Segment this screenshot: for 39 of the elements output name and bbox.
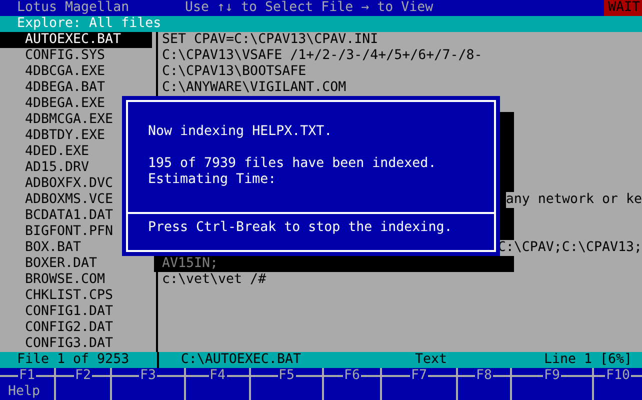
file-list-item[interactable]: CONFIG.SYS xyxy=(0,48,152,64)
explore-title: Explore: All files xyxy=(17,16,162,32)
file-text-line: c:\vet\vet /# xyxy=(162,272,266,288)
function-key-label: F5 xyxy=(278,368,296,384)
file-list-item[interactable]: CONFIG1.DAT xyxy=(0,304,152,320)
function-key-label: F6 xyxy=(343,368,362,384)
file-list-item[interactable]: CONFIG2.DAT xyxy=(0,320,152,336)
file-list-item[interactable]: BOXER.DAT xyxy=(0,256,152,272)
file-text-line: C:\ANYWARE\VIGILANT.COM xyxy=(162,80,346,96)
function-key-label: F3 xyxy=(139,368,158,384)
file-list-item[interactable]: CONFIG3.DAT xyxy=(0,336,152,352)
app-title: Lotus Magellan xyxy=(17,0,130,16)
file-list-item[interactable]: AUTOEXEC.BAT xyxy=(0,32,152,48)
view-mode: Text xyxy=(414,352,448,368)
time-estimate: Estimating Time: xyxy=(148,172,278,188)
function-key-label: F4 xyxy=(208,368,227,384)
file-list-item[interactable]: 4DBCGA.EXE xyxy=(0,64,152,80)
function-key-label: F1 xyxy=(18,368,36,384)
file-text-line: C:\CPAV13\BOOTSAFE xyxy=(162,64,306,80)
line-position: Line 1 [6%] xyxy=(544,352,632,368)
file-text-line: C:\CPAV13\VSAFE /1+/2-/3-/4+/5+/6+/7-/8- xyxy=(162,48,482,64)
function-key-label: F9 xyxy=(543,368,562,384)
file-text-line: AV15IN; xyxy=(162,256,218,272)
cancel-hint: Press Ctrl-Break to stop the indexing. xyxy=(148,220,454,236)
file-text-line: SET CPAV=C:\CPAV13\CPAV.INI xyxy=(162,32,378,48)
wait-indicator: WAIT xyxy=(604,0,642,16)
file-list-item[interactable]: 4DBEGA.BAT xyxy=(0,80,152,96)
function-key-label: F2 xyxy=(74,368,92,384)
function-key-label: F10 xyxy=(604,368,632,384)
file-list-item[interactable]: BROWSE.COM xyxy=(0,272,152,288)
progress-text: 195 of 7939 files have been indexed. xyxy=(148,156,438,172)
indexing-message: Now indexing HELPX.TXT. xyxy=(148,124,334,140)
navigation-hint: Use ↑↓ to Select File → to View xyxy=(185,0,434,16)
file-count: File 1 of 9253 xyxy=(17,352,130,368)
function-key-label: F7 xyxy=(410,368,428,384)
file-path: C:\AUTOEXEC.BAT xyxy=(180,352,302,368)
file-list-item[interactable]: CHKLIST.CPS xyxy=(0,288,152,304)
function-key-action[interactable]: Help xyxy=(8,384,40,399)
function-key-label: F8 xyxy=(475,368,494,384)
